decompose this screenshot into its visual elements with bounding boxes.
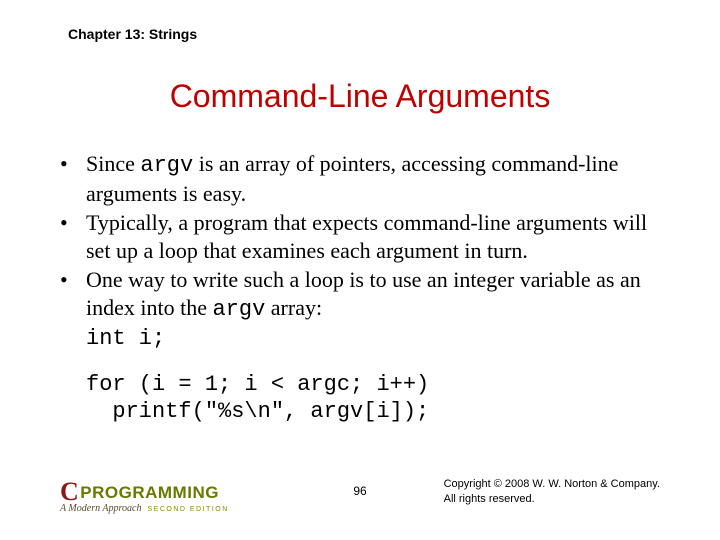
copyright-line: All rights reserved. xyxy=(444,492,660,506)
slide-title: Command-Line Arguments xyxy=(0,78,720,115)
text-run: array: xyxy=(265,295,322,320)
bullet-mark: • xyxy=(60,150,86,207)
footer: CPROGRAMMING A Modern ApproachSECOND EDI… xyxy=(0,470,720,520)
text-run: Typically, a program that expects comman… xyxy=(86,210,647,263)
brand-edition: SECOND EDITION xyxy=(147,506,228,513)
code-block: for (i = 1; i < argc; i++) printf("%s\n"… xyxy=(86,371,660,426)
bullet-text: One way to write such a loop is to use a… xyxy=(86,266,660,323)
content-area: • Since argv is an array of pointers, ac… xyxy=(60,150,660,426)
chapter-header: Chapter 13: Strings xyxy=(68,26,197,42)
brand-subtitle: A Modern ApproachSECOND EDITION xyxy=(60,504,229,514)
copyright-notice: Copyright © 2008 W. W. Norton & Company.… xyxy=(444,477,660,506)
text-run: Since xyxy=(86,151,140,176)
bullet-item: • One way to write such a loop is to use… xyxy=(60,266,660,323)
code-inline: argv xyxy=(212,297,265,322)
copyright-line: Copyright © 2008 W. W. Norton & Company. xyxy=(444,477,660,491)
code-inline: argv xyxy=(140,153,193,178)
text-run: One way to write such a loop is to use a… xyxy=(86,267,641,320)
bullet-text: Since argv is an array of pointers, acce… xyxy=(86,150,660,207)
bullet-mark: • xyxy=(60,266,86,323)
bullet-mark: • xyxy=(60,209,86,264)
bullet-item: • Typically, a program that expects comm… xyxy=(60,209,660,264)
bullet-item: • Since argv is an array of pointers, ac… xyxy=(60,150,660,207)
bullet-text: Typically, a program that expects comman… xyxy=(86,209,660,264)
code-prelude: int i; xyxy=(86,325,660,353)
